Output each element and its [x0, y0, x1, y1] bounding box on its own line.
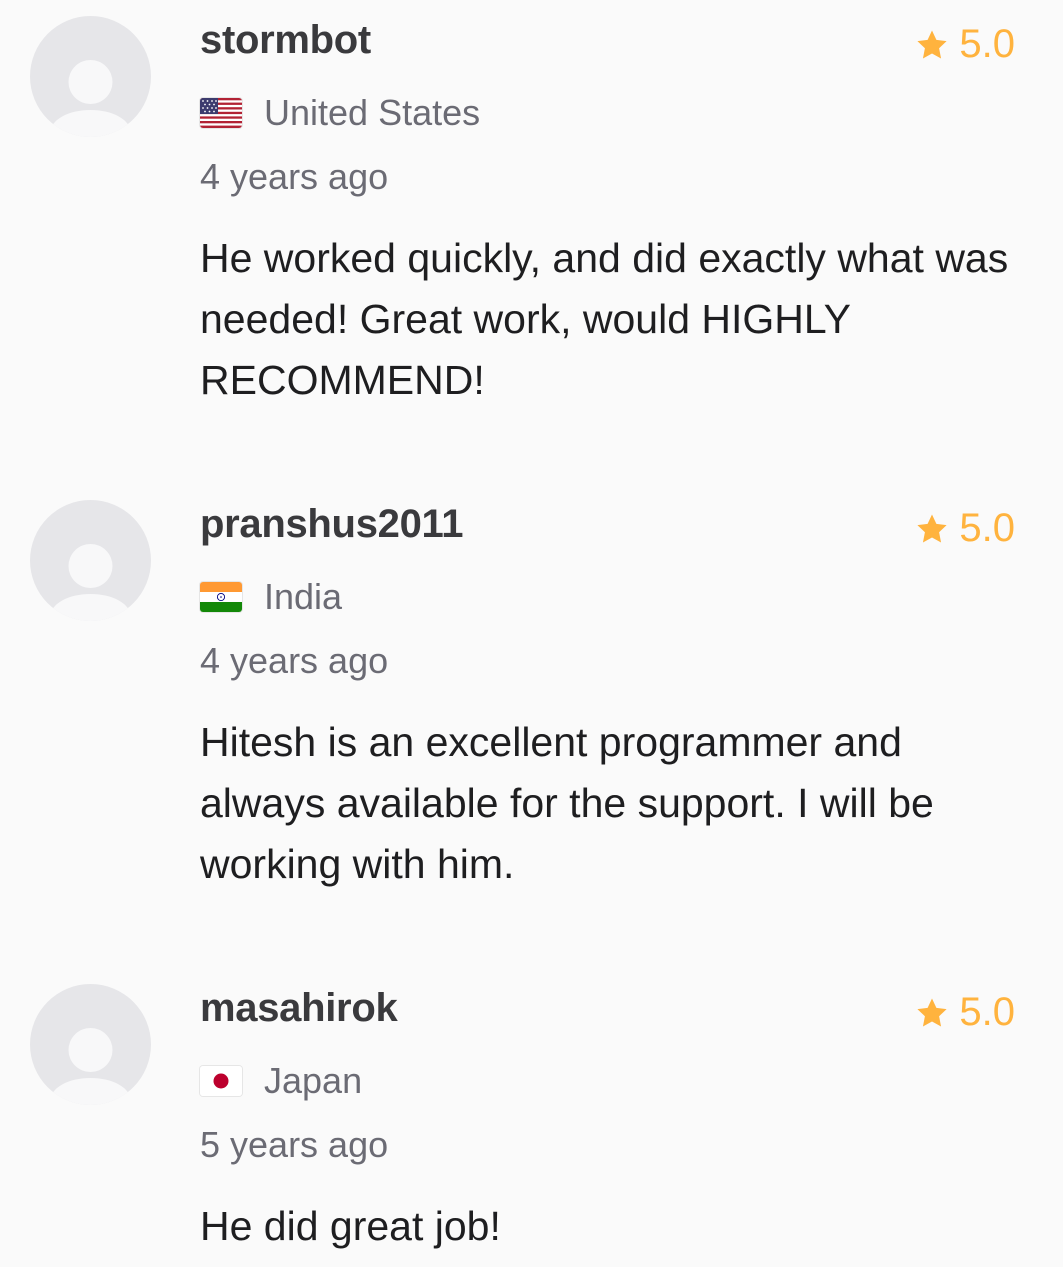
rating-value: 5.0 — [959, 506, 1015, 550]
rating-value: 5.0 — [959, 990, 1015, 1034]
review-time: 4 years ago — [200, 156, 389, 197]
review-username[interactable]: stormbot — [200, 18, 371, 63]
review-text: He worked quickly, and did exactly what … — [200, 235, 1009, 403]
review-country: United States — [200, 92, 480, 134]
japan-flag-icon — [200, 1066, 242, 1096]
rating-value: 5.0 — [959, 22, 1015, 66]
review-username[interactable]: pranshus2011 — [200, 502, 464, 547]
india-flag-icon — [200, 582, 242, 612]
review-rating: 5.0 — [915, 990, 1015, 1035]
user-placeholder-icon — [50, 544, 131, 621]
star-icon — [917, 30, 947, 58]
review-time: 4 years ago — [200, 640, 389, 681]
review-time: 5 years ago — [200, 1124, 389, 1165]
review-country: Japan — [200, 1060, 362, 1102]
user-placeholder-icon — [50, 1028, 131, 1105]
star-icon — [917, 514, 947, 542]
review-username[interactable]: masahirok — [200, 986, 398, 1031]
avatar[interactable] — [30, 984, 151, 1105]
country-name: India — [264, 576, 343, 617]
review-text: Hitesh is an excellent programmer and al… — [200, 719, 934, 887]
review-rating: 5.0 — [915, 22, 1015, 67]
user-placeholder-icon — [50, 60, 131, 137]
us-flag-icon — [200, 98, 242, 128]
review-text: He did great job! — [200, 1203, 501, 1249]
review-country: India — [200, 576, 342, 618]
star-icon — [917, 998, 947, 1026]
country-name: Japan — [264, 1060, 363, 1101]
avatar[interactable] — [30, 500, 151, 621]
country-name: United States — [264, 92, 481, 133]
avatar[interactable] — [30, 16, 151, 137]
review-rating: 5.0 — [915, 506, 1015, 551]
